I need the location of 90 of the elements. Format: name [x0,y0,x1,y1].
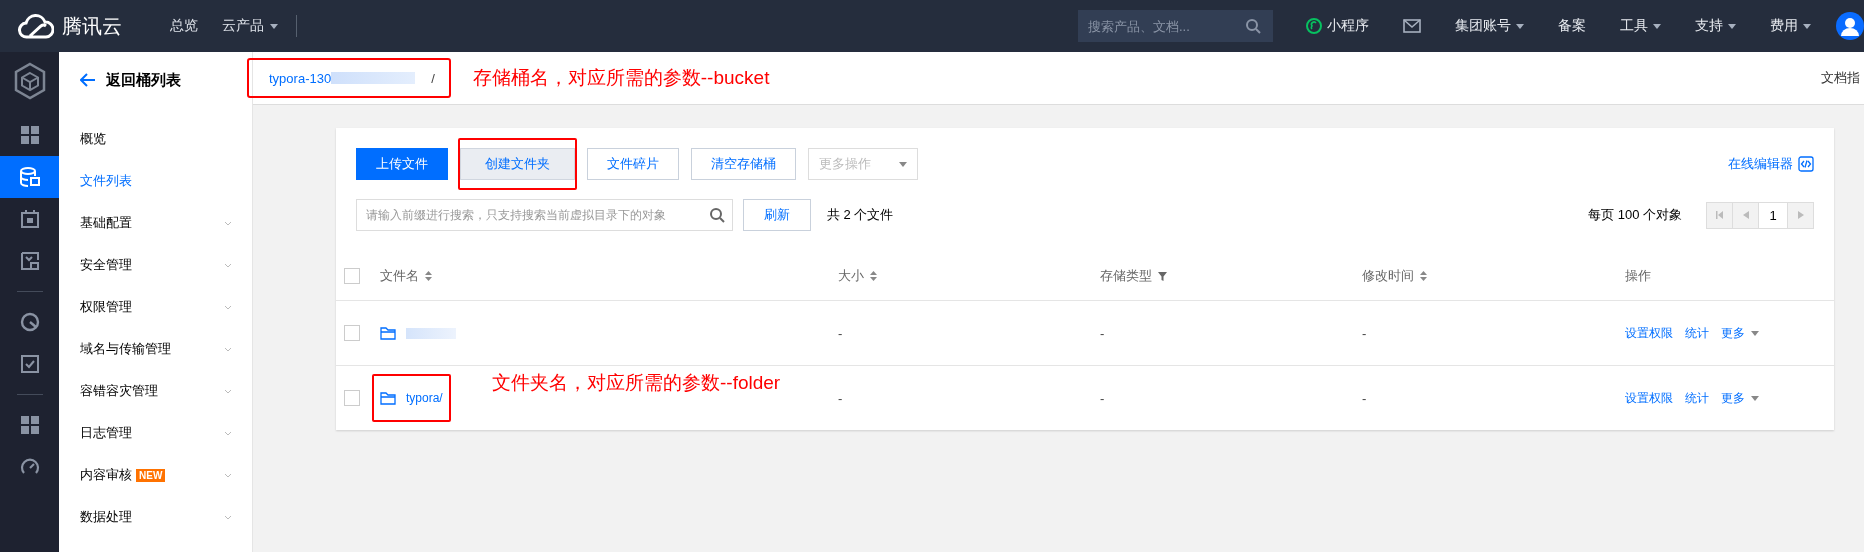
mail-icon[interactable] [1403,19,1421,33]
nav-link[interactable]: 总览 [170,17,198,35]
action-link[interactable]: 更多 [1721,324,1759,342]
row-checkbox[interactable] [344,390,360,406]
prefix-search-field[interactable]: 请输入前缀进行搜索，只支持搜索当前虚拟目录下的对象 [356,199,733,231]
box-icon [20,252,39,270]
action-link[interactable]: 统计 [1685,324,1709,342]
next-page-icon [1797,211,1804,219]
folder-link[interactable]: typora/ [406,391,443,405]
menu-item[interactable]: 数据处理 [80,496,232,538]
table-cell: - [1362,390,1367,406]
column-header: 操作 [1625,267,1651,285]
breadcrumb-separator: / [431,70,435,86]
filter-icon[interactable] [1158,271,1167,281]
page-size-label: 每页 100 个对象 [1588,206,1682,224]
column-header: 大小 [838,267,864,285]
sort-icon[interactable] [1420,271,1427,281]
new-badge: NEW [136,468,166,482]
column-header: 存储类型 [1100,267,1152,285]
chevron-down-icon [224,346,232,352]
toolbar-button[interactable]: 上传文件 [356,148,448,180]
mini-program-link[interactable]: 小程序 [1306,17,1369,35]
annotation-note: 文件夹名，对应所需的参数--folder [492,371,781,395]
sort-icon[interactable] [425,271,432,281]
folder-icon [380,391,396,405]
row-checkbox[interactable] [344,325,360,341]
action-link[interactable]: 设置权限 [1625,324,1673,342]
table-cell: - [1362,325,1367,341]
menu-item[interactable]: 域名与传输管理 [80,328,232,370]
grid-icon [20,416,39,434]
sort-icon[interactable] [870,271,877,281]
column-header: 修改时间 [1362,267,1414,285]
annotation-note: 存储桶名，对应所需的参数--bucket [472,66,770,90]
chevron-down-icon [224,514,232,520]
cloud-logo-icon [18,13,54,39]
search-field[interactable]: 搜索产品、文档... [1078,10,1273,42]
menu-item[interactable]: 基础配置 [80,202,232,244]
toolbar-button[interactable]: 文件碎片 [587,148,679,180]
avatar-icon[interactable] [1836,12,1864,40]
table-cell: - [838,390,843,406]
brand-name[interactable]: 腾讯云 [62,12,122,40]
doc-link[interactable]: 文档指 [1821,69,1860,87]
menu-item[interactable]: 文件列表 [80,160,232,202]
select-all-checkbox[interactable] [344,268,360,284]
back-arrow-icon [80,73,96,87]
chevron-down-icon [224,304,232,310]
code-icon [1798,156,1814,172]
link-icon [1306,18,1322,34]
toolbar-button[interactable]: 清空存储桶 [691,148,796,180]
bucket-link[interactable]: typora-130 [269,70,332,86]
cube-icon[interactable] [12,62,47,100]
table-cell: - [1100,325,1105,341]
top-menu-link[interactable]: 集团账号 [1455,17,1524,35]
prev-page-icon [1742,211,1749,219]
chevron-down-icon [224,388,232,394]
menu-item[interactable]: 概览 [80,118,232,160]
database-icon [19,167,40,187]
action-link[interactable]: 设置权限 [1625,389,1673,407]
calendar-icon [20,210,39,228]
menu-item[interactable]: 内容审核 NEW [80,454,232,496]
top-menu-link[interactable]: 支持 [1695,17,1736,35]
checkbox-icon [20,355,39,373]
file-count: 共 2 个文件 [827,206,894,224]
gauge-icon [19,312,40,332]
menu-item[interactable]: 权限管理 [80,286,232,328]
table-cell: - [838,325,843,341]
online-editor-link[interactable]: 在线编辑器 [1728,155,1814,173]
top-menu-link[interactable]: 费用 [1770,17,1811,35]
first-page-icon [1715,211,1724,219]
folder-icon [380,326,396,340]
toolbar-button[interactable]: 创建文件夹 [460,148,575,180]
action-link[interactable]: 统计 [1685,389,1709,407]
grid-icon [20,126,39,144]
top-menu-link[interactable]: 工具 [1620,17,1661,35]
menu-item[interactable]: 容错容灾管理 [80,370,232,412]
redacted-blur [406,327,456,339]
nav-link[interactable]: 云产品 [222,17,278,35]
table-cell: - [1100,390,1105,406]
top-menu-link[interactable]: 备案 [1558,17,1586,35]
menu-item[interactable]: 安全管理 [80,244,232,286]
chevron-down-icon [224,220,232,226]
refresh-button[interactable]: 刷新 [743,199,811,231]
back-link[interactable]: 返回桶列表 [80,52,232,108]
menu-item[interactable]: 日志管理 [80,412,232,454]
chevron-down-icon [224,430,232,436]
action-link[interactable]: 更多 [1721,389,1759,407]
chevron-down-icon [224,262,232,268]
column-header: 文件名 [380,267,419,285]
chevron-down-icon [224,472,232,478]
rail-item[interactable] [0,156,59,198]
